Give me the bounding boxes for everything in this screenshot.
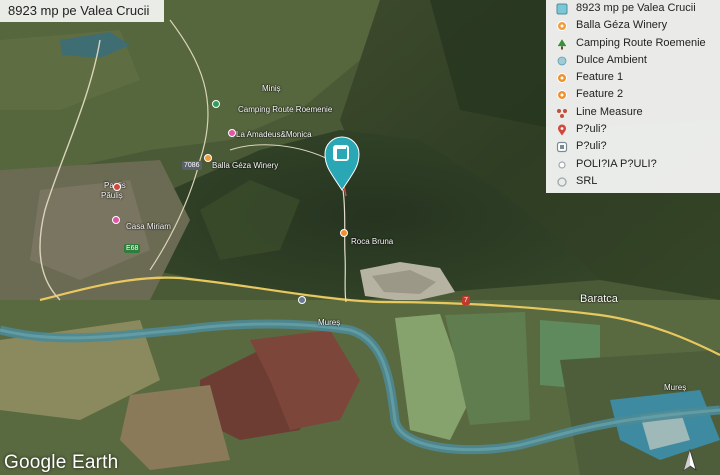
legend-item-label: POLI?IA P?ULI? [576,157,657,170]
legend-item[interactable]: SRL [546,173,720,190]
poi-label-amadeus[interactable]: La Amadeus&Monica [236,130,312,139]
place-label-baratca[interactable]: Baratca [580,293,618,305]
square-pin-icon [556,142,568,153]
poi-label-roca-bruna[interactable]: Roca Bruna [351,237,393,246]
legend-item[interactable]: Balla Géza Winery [546,17,720,34]
measure-icon [557,108,567,118]
legend-item[interactable]: Camping Route Roemenie [546,35,720,52]
camping-pin-icon[interactable] [212,100,220,108]
place-label-paulis[interactable]: Păuliș [101,191,123,200]
google-earth-logo: Google Earth [4,452,119,473]
legend-item[interactable]: POLI?IA P?ULI? [546,156,720,173]
legend-item-label: Feature 1 [576,71,624,84]
poi-label-casa-miriam[interactable]: Casa Miriam [126,222,171,231]
dot-icon [557,56,567,66]
river-label-mures-2: Mureș [664,383,687,392]
legend-item[interactable]: Dulce Ambient [546,52,720,69]
legend-item[interactable]: Feature 1 [546,69,720,86]
road-badge-e68: E68 [124,244,141,253]
legend-item-label: P?uli? [576,140,607,153]
map-pin-icon [558,124,566,136]
poi-label-winery[interactable]: Balla Géza Winery [212,161,278,170]
square-pin-icon[interactable] [298,296,306,304]
tree-icon [556,37,568,50]
legend-item-label: Feature 2 [576,88,624,101]
casa-miriam-pin-icon[interactable] [112,216,120,224]
road-badge-7086: 7086 [182,161,202,170]
river-label-mures-1: Mureș [318,318,341,327]
legend-item[interactable]: P?uli? [546,121,720,138]
legend-item[interactable]: Feature 2 [546,86,720,103]
compass-icon[interactable] [680,448,700,472]
place-label-minis[interactable]: Miniș [262,84,281,93]
map-title: 8923 mp pe Valea Crucii [0,0,164,22]
legend-item[interactable]: Line Measure [546,104,720,121]
legend-item-label: Dulce Ambient [576,53,647,66]
legend-item[interactable]: 8923 mp pe Valea Crucii [546,0,720,17]
legend-panel: 8923 mp pe Valea Crucii Balla Géza Winery… [546,0,720,193]
ring-icon [557,177,567,187]
road-badge-7: 7 [462,296,470,305]
dot-small-icon [558,161,566,169]
poi-label-camping[interactable]: Camping Route Roemenie [238,105,332,114]
amadeus-pin-icon[interactable] [228,129,236,137]
roca-bruna-pin-icon[interactable] [340,229,348,237]
legend-item-label: Line Measure [576,105,643,118]
map-pin-icon[interactable] [113,183,121,191]
legend-item[interactable]: P?uli? [546,138,720,155]
legend-item-label: 8923 mp pe Valea Crucii [576,2,696,14]
pin-orange-icon [557,90,567,101]
legend-item-label: P?uli? [576,123,607,136]
map-view[interactable]: Paulis Păuliș Casa Miriam Balla Géza Win… [0,0,720,475]
winery-icon [557,21,567,32]
legend-item-label: Balla Géza Winery [576,19,668,32]
legend-item-label: SRL [576,174,598,187]
parcel-icon [556,3,568,15]
legend-item-label: Camping Route Roemenie [576,36,706,49]
winery-pin-icon[interactable] [204,154,212,162]
pin-orange-icon [557,73,567,84]
